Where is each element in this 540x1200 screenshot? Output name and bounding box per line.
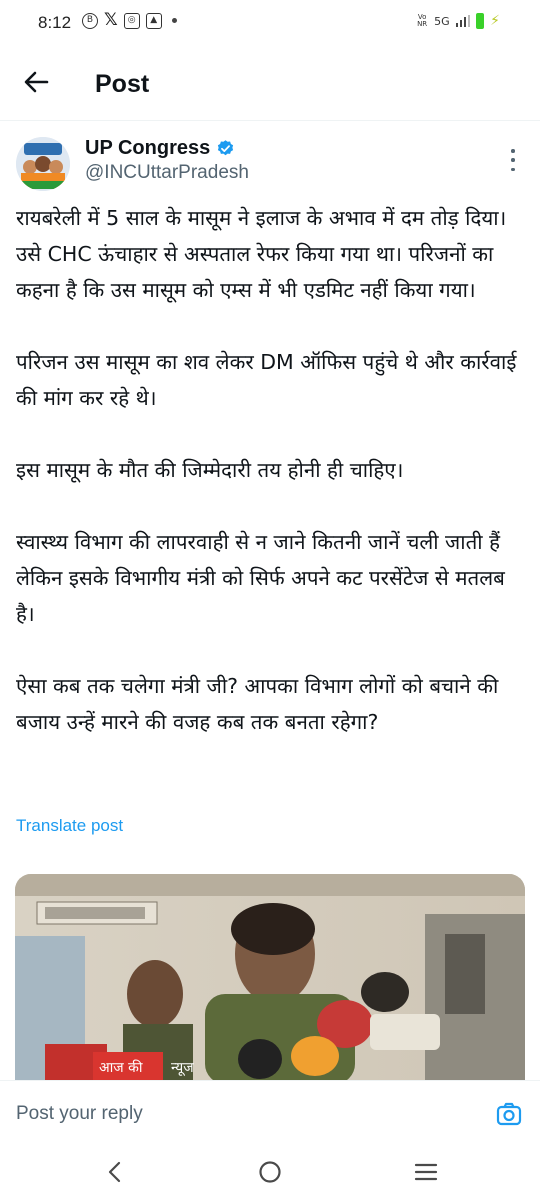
system-navigation-bar (0, 1146, 540, 1200)
notification-icons: B 𝕏 ◎ ▲ (82, 12, 177, 29)
video-frame: आज की न्यूज (15, 874, 525, 1080)
charging-icon: ⚡ (490, 13, 500, 29)
media-mic-text: न्यूज (171, 1060, 194, 1076)
media-sign-text: आज की (99, 1059, 143, 1076)
post-paragraph: परिजन उस मासूम का शव लेकर DM ऑफिस पहुंचे… (16, 350, 517, 410)
top-app-bar: Post (0, 48, 540, 120)
more-options-icon[interactable] (505, 146, 521, 174)
reply-input[interactable]: Post your reply (16, 1103, 143, 1125)
post-paragraph: इस मासूम के मौत की जिम्मेदारी तय होनी ही… (16, 458, 404, 482)
post-paragraph: स्वास्थ्य विभाग की लापरवाही से न जाने कि… (16, 530, 505, 626)
back-arrow-icon[interactable] (22, 68, 50, 96)
volte-icon: Vo NR (417, 13, 428, 28)
author-handle[interactable]: @INCUttarPradesh (85, 162, 249, 184)
avatar-image (16, 137, 70, 191)
post-paragraph: ऐसा कब तक चलेगा मंत्री जी? आपका विभाग लो… (16, 674, 499, 734)
gallery-icon: ▲ (145, 12, 162, 29)
author-name[interactable]: UP Congress (85, 137, 210, 160)
clock: 8:12 (38, 13, 72, 32)
network-type: 5G (434, 14, 450, 28)
signal-icon (455, 15, 471, 27)
more-notifications-icon (171, 18, 177, 23)
nav-back-icon[interactable] (104, 1160, 126, 1184)
reply-bar: Post your reply (0, 1080, 540, 1147)
author-name-row[interactable]: UP Congress (85, 137, 235, 160)
translate-post-link[interactable]: Translate post (16, 816, 123, 836)
post-paragraph: रायबरेली में 5 साल के मासूम ने इलाज के अ… (16, 206, 507, 302)
nav-home-icon[interactable] (258, 1160, 282, 1184)
avatar[interactable] (16, 137, 70, 191)
post-text: रायबरेली में 5 साल के मासूम ने इलाज के अ… (16, 200, 524, 776)
camera-icon[interactable] (496, 1101, 522, 1127)
post-media-image[interactable]: आज की न्यूज (15, 874, 525, 1080)
verified-badge-icon (218, 140, 234, 156)
status-bar: 8:12 B 𝕏 ◎ ▲ Vo NR 5G ⚡ (0, 0, 540, 48)
header-divider (0, 120, 540, 121)
battery-icon (476, 13, 485, 29)
nav-recents-icon[interactable] (414, 1162, 438, 1182)
x-app-icon: 𝕏 (104, 10, 118, 30)
instagram-icon: ◎ (123, 12, 140, 29)
page-title: Post (95, 70, 150, 98)
bixby-icon: B (82, 12, 98, 29)
system-icons: Vo NR 5G ⚡ (416, 13, 500, 29)
